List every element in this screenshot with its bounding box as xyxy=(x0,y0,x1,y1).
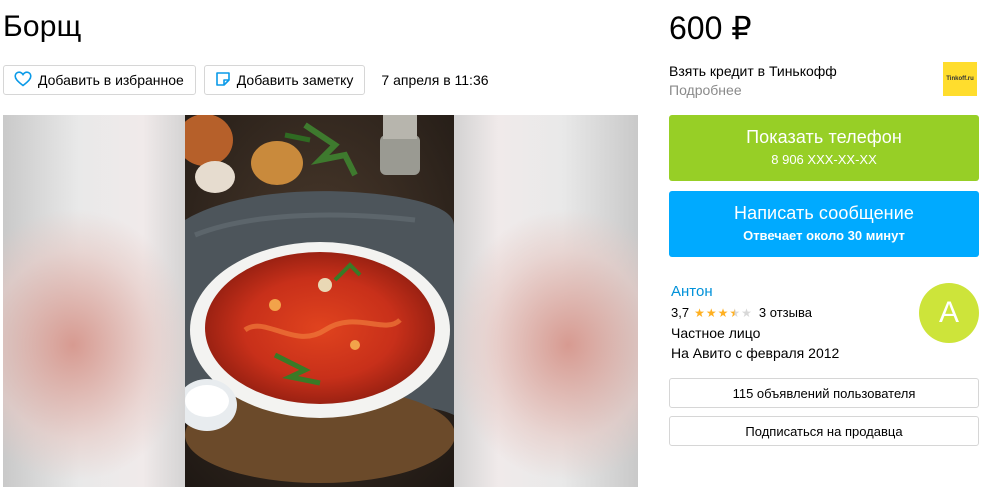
response-time: Отвечает около 30 минут xyxy=(743,228,905,243)
show-phone-label: Показать телефон xyxy=(746,127,902,147)
star-icon: ★ xyxy=(741,305,752,320)
write-message-button[interactable]: Написать сообщение Отвечает около 30 мин… xyxy=(669,191,979,257)
write-message-label: Написать сообщение xyxy=(733,203,914,223)
credit-offer[interactable]: Взять кредит в Тинькофф Подробнее xyxy=(669,62,837,100)
heart-icon xyxy=(14,70,38,90)
seller-ads-button[interactable]: 115 объявлений пользователя xyxy=(669,378,979,408)
star-icon: ★ xyxy=(717,305,729,320)
add-note-label: Добавить заметку xyxy=(236,72,354,88)
rating-value: 3,7 xyxy=(671,305,690,320)
borscht-photo[interactable] xyxy=(185,115,454,487)
listing-actions: Добавить в избранное Добавить заметку 7 … xyxy=(3,65,489,95)
note-icon xyxy=(215,71,237,90)
show-phone-button[interactable]: Показать телефон 8 906 XXX-XX-XX xyxy=(669,115,979,181)
seller-name-link[interactable]: Антон xyxy=(671,283,713,300)
add-to-favorites-label: Добавить в избранное xyxy=(38,72,184,88)
listing-price: 600 ₽ xyxy=(669,10,752,46)
seller-rating[interactable]: 3,7 ★ ★ ★ ★ ★ 3 отзыва xyxy=(671,305,812,320)
star-icon: ★ xyxy=(729,305,741,320)
reviews-count[interactable]: 3 отзыва xyxy=(759,305,812,320)
subscribe-seller-button[interactable]: Подписаться на продавца xyxy=(669,416,979,446)
phone-number-masked: 8 906 XXX-XX-XX xyxy=(771,152,877,167)
photo-gallery[interactable] xyxy=(3,115,638,487)
listing-date: 7 апреля в 11:36 xyxy=(381,72,489,88)
add-note-button[interactable]: Добавить заметку xyxy=(203,65,366,95)
seller-avatar[interactable]: А xyxy=(919,283,979,343)
star-icon: ★ xyxy=(705,305,717,320)
credit-offer-text[interactable]: Взять кредит в Тинькофф xyxy=(669,62,837,81)
tinkoff-logo[interactable]: Tinkoff.ru xyxy=(943,62,977,96)
star-icon: ★ xyxy=(694,305,705,320)
seller-type: Частное лицо xyxy=(671,325,761,341)
seller-since: На Авито с февраля 2012 xyxy=(671,345,840,361)
rating-stars: ★ ★ ★ ★ ★ xyxy=(694,307,753,319)
page-title: Борщ xyxy=(3,10,82,43)
add-to-favorites-button[interactable]: Добавить в избранное xyxy=(3,65,196,95)
credit-more-link[interactable]: Подробнее xyxy=(669,81,837,100)
